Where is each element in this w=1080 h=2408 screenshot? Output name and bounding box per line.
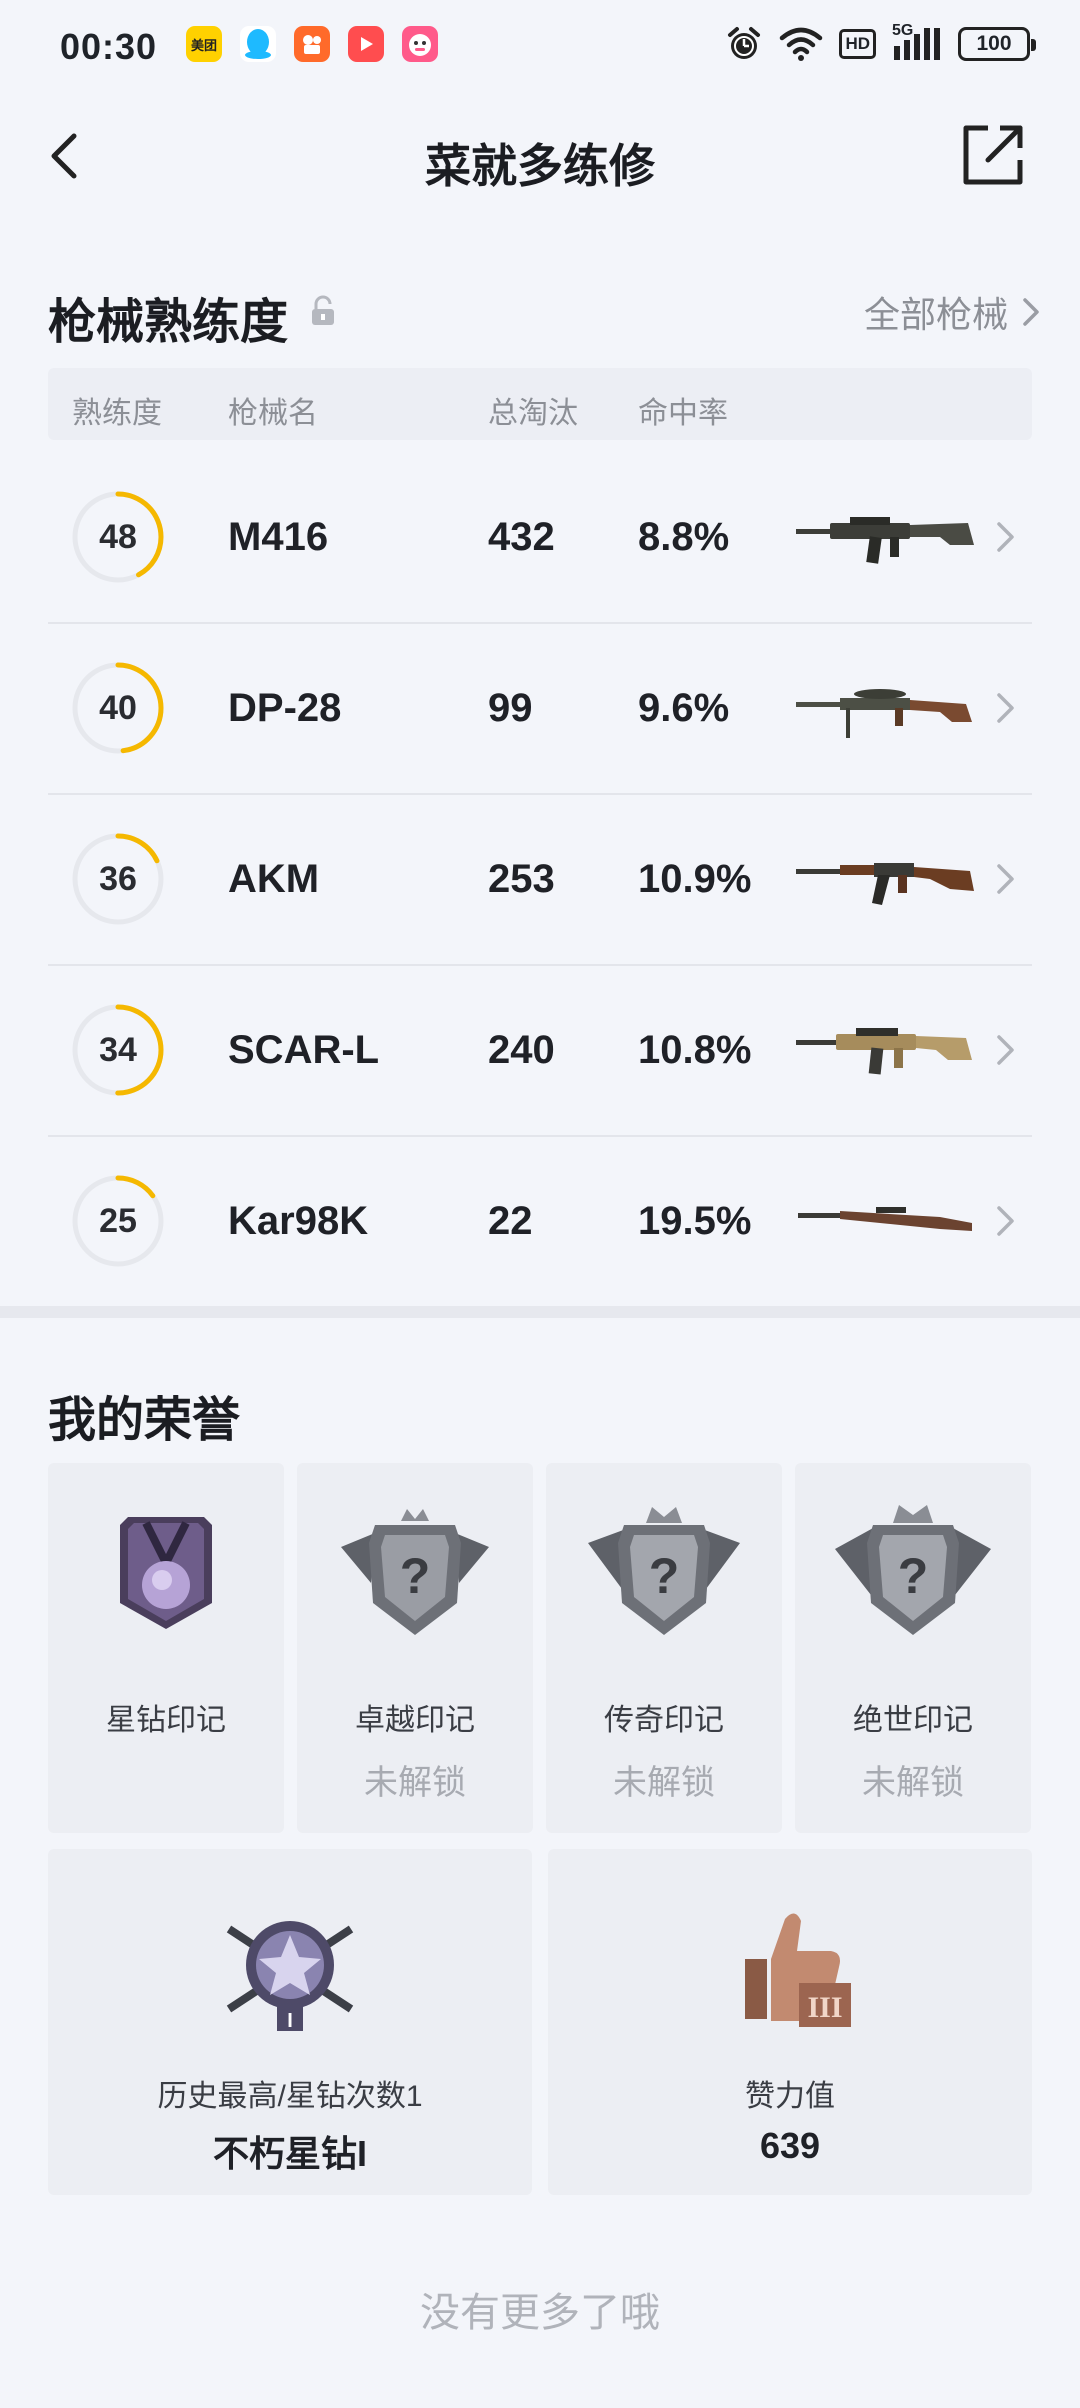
svg-text:III: III	[807, 1991, 842, 2024]
no-more-text: 没有更多了哦	[420, 2291, 660, 2335]
proficiency-level: 34	[99, 1030, 137, 1069]
status-indicators: HD 5G 100	[725, 22, 1036, 64]
proficiency-level: 25	[99, 1201, 137, 1240]
all-weapons-link[interactable]: 全部枪械	[864, 286, 1040, 338]
svg-text:?: ?	[400, 1548, 431, 1604]
meituan-app-icon: 美团	[186, 26, 222, 62]
weapon-section-title: 枪械熟练度	[48, 296, 289, 349]
honor-locked-status: 未解锁	[862, 1764, 964, 1802]
battery-icon: 100	[958, 27, 1036, 61]
weapon-hit-rate: 19.5%	[638, 1199, 752, 1243]
honor-locked-status: 未解锁	[364, 1764, 466, 1802]
honor-section-title: 我的荣誉	[48, 1394, 241, 1447]
chevron-right-icon	[997, 1035, 1014, 1065]
honor-name: 传奇印记	[604, 1704, 724, 1737]
honor-locked-status: 未解锁	[613, 1764, 715, 1802]
signal-5g-icon: 5G	[892, 22, 942, 64]
chevron-right-icon	[997, 1206, 1014, 1236]
wifi-icon	[779, 24, 823, 64]
weapon-name: Kar98K	[228, 1199, 369, 1243]
like-power-card[interactable]: III 赞力值 639	[548, 1849, 1032, 2195]
like-power-value: 639	[759, 2125, 821, 2166]
kar98k-rifle-icon	[798, 1207, 972, 1231]
m416-rifle-icon	[796, 517, 974, 564]
honor-name: 绝世印记	[853, 1704, 973, 1737]
highest-rank-value: 不朽星钻I	[212, 2133, 367, 2174]
thumbs-up-trophy-icon: III	[745, 1913, 851, 2027]
weapon-row[interactable]: 36 AKM 253 10.9%	[48, 795, 1032, 966]
weapon-kills: 432	[488, 515, 555, 559]
honor-card-peerless[interactable]: ? 绝世印记 未解锁	[795, 1463, 1031, 1833]
unlock-icon	[310, 295, 336, 327]
rank-emblem-icon: I	[226, 1921, 354, 2032]
hd-icon: HD	[839, 24, 876, 64]
honor-name: 星钻印记	[106, 1704, 226, 1737]
chevron-right-icon	[997, 864, 1014, 894]
weapon-name: SCAR-L	[228, 1028, 380, 1072]
section-divider	[0, 1306, 1080, 1318]
akm-rifle-icon	[796, 863, 974, 905]
column-total-kills: 总淘汰	[488, 397, 578, 430]
status-time: 00:30	[60, 26, 158, 67]
proficiency-level: 40	[99, 688, 137, 727]
taobao-app-icon	[402, 26, 438, 62]
weapon-name: AKM	[228, 857, 320, 901]
kuaishou-app-icon	[294, 26, 330, 62]
locked-shield-crest-icon: ?	[835, 1505, 991, 1635]
chevron-right-icon	[1023, 298, 1039, 326]
weapon-kills: 99	[488, 686, 533, 730]
dp28-machine-gun-icon	[796, 689, 972, 738]
scar-l-rifle-icon	[796, 1028, 972, 1075]
column-weapon-name: 枪械名	[228, 397, 318, 430]
weapon-hit-rate: 10.8%	[638, 1028, 752, 1072]
proficiency-level: 48	[99, 517, 137, 556]
battery-level: 100	[976, 32, 1012, 55]
proficiency-level: 36	[99, 859, 137, 898]
status-bar: 00:30 美团 HD 5G 100	[0, 0, 1080, 96]
notification-app-icons: 美团	[186, 26, 438, 62]
weapon-row[interactable]: 34 SCAR-L 240 10.8%	[48, 966, 1032, 1137]
weapon-kills: 240	[488, 1028, 555, 1072]
chevron-right-icon	[997, 693, 1014, 723]
video-app-icon	[348, 26, 384, 62]
honor-card-excellence[interactable]: ? 卓越印记 未解锁	[297, 1463, 533, 1833]
locked-shield-crest-icon: ?	[341, 1509, 489, 1635]
highest-rank-card[interactable]: I 历史最高/星钻次数1 不朽星钻I	[48, 1849, 532, 2195]
weapon-list: 48 M416 432 8.8% 40 DP-28 99 9.6% 36 AKM…	[48, 453, 1032, 1308]
star-diamond-medal-icon	[120, 1517, 212, 1629]
svg-text:?: ?	[898, 1548, 929, 1604]
page-title: 菜就多练修	[425, 140, 655, 192]
weapon-kills: 253	[488, 857, 555, 901]
weapon-row[interactable]: 25 Kar98K 22 19.5%	[48, 1137, 1032, 1308]
honor-card-legend[interactable]: ? 传奇印记 未解锁	[546, 1463, 782, 1833]
weapon-hit-rate: 9.6%	[638, 686, 730, 730]
column-hit-rate: 命中率	[638, 397, 728, 430]
weapon-hit-rate: 10.9%	[638, 857, 752, 901]
alarm-icon	[725, 24, 763, 64]
like-power-label: 赞力值	[745, 2080, 835, 2113]
honor-card-star-diamond[interactable]: 星钻印记	[48, 1463, 284, 1833]
locked-shield-crest-icon: ?	[588, 1507, 740, 1635]
all-weapons-label: 全部枪械	[863, 294, 1008, 335]
weapon-kills: 22	[488, 1199, 533, 1243]
share-external-icon	[963, 125, 1023, 185]
weapon-name: M416	[228, 515, 329, 559]
highest-rank-label: 历史最高/星钻次数1	[157, 2080, 423, 2113]
weapon-row[interactable]: 40 DP-28 99 9.6%	[48, 624, 1032, 795]
honor-name: 卓越印记	[355, 1704, 475, 1737]
network-type: 5G	[892, 22, 914, 39]
qq-app-icon	[240, 26, 276, 62]
svg-text:I: I	[287, 2010, 293, 2032]
chevron-right-icon	[997, 522, 1014, 552]
column-proficiency: 熟练度	[72, 397, 162, 430]
header: 菜就多练修	[0, 96, 1080, 216]
weapon-hit-rate: 8.8%	[638, 515, 730, 559]
share-button[interactable]	[960, 122, 1026, 188]
weapon-name: DP-28	[228, 686, 342, 730]
weapon-table-header: 熟练度 枪械名 总淘汰 命中率	[48, 368, 1032, 440]
weapon-row[interactable]: 48 M416 432 8.8%	[48, 453, 1032, 624]
svg-text:?: ?	[649, 1548, 680, 1604]
